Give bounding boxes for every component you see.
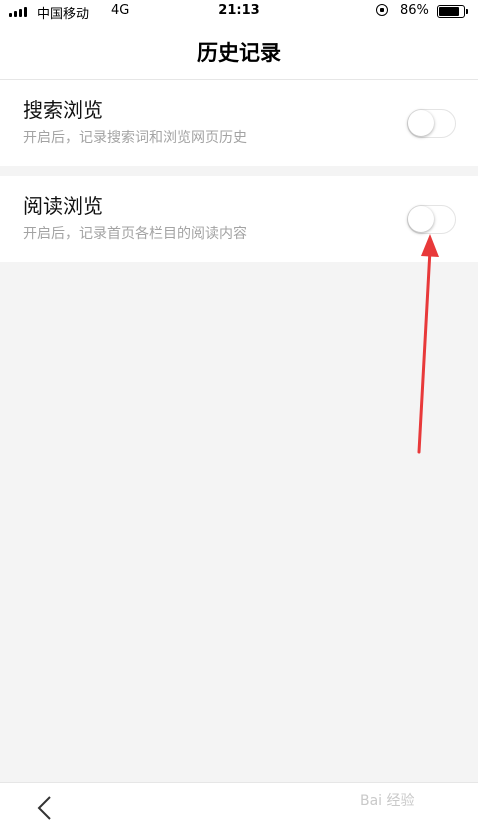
- reading-history-toggle[interactable]: [407, 205, 456, 234]
- setting-title: 搜索浏览: [23, 98, 103, 122]
- battery-cap: [466, 9, 468, 14]
- status-bar: 中国移动 4G 21:13 86%: [0, 0, 478, 24]
- setting-row-search-history: 搜索浏览 开启后，记录搜索词和浏览网页历史: [0, 80, 478, 166]
- battery-fill: [439, 7, 459, 16]
- search-history-toggle[interactable]: [407, 109, 456, 138]
- page-title: 历史记录: [197, 41, 281, 65]
- section-divider: [0, 166, 478, 176]
- watermark: Bai 经验: [360, 793, 415, 809]
- setting-description: 开启后，记录搜索词和浏览网页历史: [23, 130, 247, 146]
- chevron-left-icon[interactable]: [30, 791, 64, 825]
- nav-bar: 历史记录: [0, 24, 478, 80]
- battery-percent: 86%: [400, 3, 429, 18]
- rotation-lock-icon: [376, 4, 388, 16]
- toggle-knob: [408, 110, 434, 136]
- setting-description: 开启后，记录首页各栏目的阅读内容: [23, 226, 247, 242]
- battery-icon: [437, 5, 465, 18]
- phone-screen: 中国移动 4G 21:13 86% 历史记录 搜索浏览 开启后，记录搜索词和浏览…: [0, 0, 478, 829]
- setting-title: 阅读浏览: [23, 194, 103, 218]
- setting-row-reading-history: 阅读浏览 开启后，记录首页各栏目的阅读内容: [0, 176, 478, 262]
- toggle-knob: [408, 206, 434, 232]
